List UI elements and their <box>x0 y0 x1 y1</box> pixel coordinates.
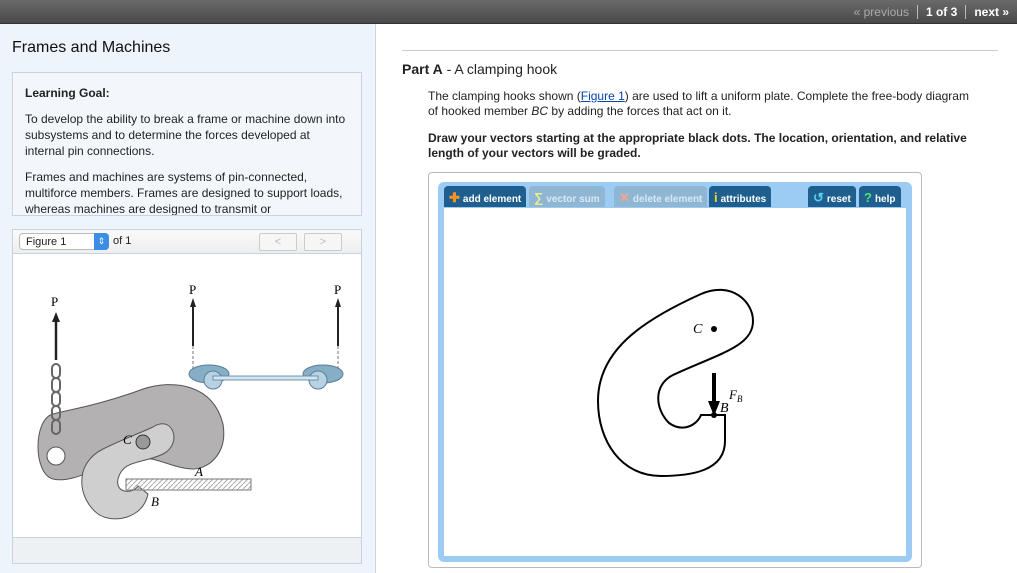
button-label: vector sum <box>546 194 600 205</box>
figure-select-value: Figure 1 <box>26 236 67 248</box>
fb-subscript: B <box>737 394 743 404</box>
label-c: C <box>123 432 132 447</box>
label-fb: FB <box>728 387 743 404</box>
previous-link[interactable]: « previous <box>854 5 909 19</box>
button-label: reset <box>826 194 851 205</box>
plus-icon: ✚ <box>449 190 460 205</box>
arrowhead <box>52 312 60 322</box>
divider <box>965 5 967 19</box>
part-label: Part A <box>402 61 443 77</box>
part-name: A clamping hook <box>454 61 558 77</box>
left-panel: Frames and Machines Learning Goal: To de… <box>0 24 376 573</box>
top-bar: « previous 1 of 3 next » <box>0 0 1017 24</box>
figure-footer <box>13 537 361 563</box>
goal-text-2: Frames and machines are systems of pin-c… <box>25 170 343 216</box>
item-position: 1 of 3 <box>925 5 958 19</box>
item-navigation: « previous 1 of 3 next » <box>854 5 1009 19</box>
button-label: delete element <box>632 194 703 205</box>
attributes-button[interactable]: i attributes <box>709 186 772 207</box>
figure-panel: Figure 1 ⇕ of 1 < > P P P C A B <box>12 229 362 564</box>
drawing-tool: ✚ add element ∑ vector sum ✕ delete element… <box>428 172 922 568</box>
button-label: help <box>874 194 896 205</box>
free-body-diagram: C B FB <box>596 288 755 478</box>
problem-statement: The clamping hooks shown (Figure 1) are … <box>428 89 973 161</box>
point-c-dot[interactable] <box>711 326 717 332</box>
vector-sum-button[interactable]: ∑ vector sum <box>529 186 605 207</box>
divider <box>916 5 918 19</box>
select-arrows-icon: ⇕ <box>94 233 109 250</box>
header-divider <box>402 50 998 51</box>
clamping-hook-figure: P P P C A B <box>37 282 344 520</box>
sigma-icon: ∑ <box>534 190 544 205</box>
label-p: P <box>189 282 196 297</box>
point-b-dot[interactable] <box>711 412 717 418</box>
part-title: Part A - A clamping hook <box>402 61 558 77</box>
tool-frame: ✚ add element ∑ vector sum ✕ delete element… <box>438 182 912 562</box>
reset-icon: ↺ <box>813 190 824 205</box>
assignment-title: Frames and Machines <box>12 39 171 56</box>
arrowhead <box>335 298 341 307</box>
help-button[interactable]: ? help <box>859 186 901 207</box>
button-label: add element <box>462 194 522 205</box>
x-icon: ✕ <box>619 190 630 205</box>
arrowhead <box>190 298 196 307</box>
delete-element-button[interactable]: ✕ delete element <box>614 186 708 207</box>
button-label: attributes <box>720 194 767 205</box>
instruction: Draw your vectors starting at the approp… <box>428 131 967 160</box>
next-link[interactable]: next » <box>974 5 1009 19</box>
add-element-button[interactable]: ✚ add element <box>444 186 527 207</box>
figure-prev-button[interactable]: < <box>259 233 297 251</box>
label-p: P <box>334 282 341 297</box>
prompt-text: The clamping hooks shown ( <box>428 89 581 103</box>
prompt-text: by adding the forces that act on it. <box>548 104 732 118</box>
figure-count: of 1 <box>113 235 132 247</box>
label-c: C <box>693 322 703 337</box>
label-b: B <box>151 494 159 509</box>
label-a: A <box>194 464 203 479</box>
label-b: B <box>720 401 729 416</box>
figure-select[interactable]: Figure 1 ⇕ <box>19 233 109 250</box>
figure-toolbar: Figure 1 ⇕ of 1 < > <box>13 230 361 254</box>
drawing-canvas[interactable]: C B FB <box>444 208 906 556</box>
help-icon: ? <box>864 190 872 205</box>
figure-next-button[interactable]: > <box>304 233 342 251</box>
reset-button[interactable]: ↺ reset <box>808 186 856 207</box>
goal-text: To develop the ability to break a frame … <box>25 112 346 158</box>
figure-link[interactable]: Figure 1 <box>581 89 625 103</box>
member-name: BC <box>531 104 549 118</box>
learning-goal-box[interactable]: Learning Goal: To develop the ability to… <box>12 72 362 216</box>
hook-outline <box>596 288 755 478</box>
goal-heading: Learning Goal: <box>25 86 110 100</box>
label-p: P <box>51 294 58 309</box>
info-icon: i <box>714 190 718 205</box>
